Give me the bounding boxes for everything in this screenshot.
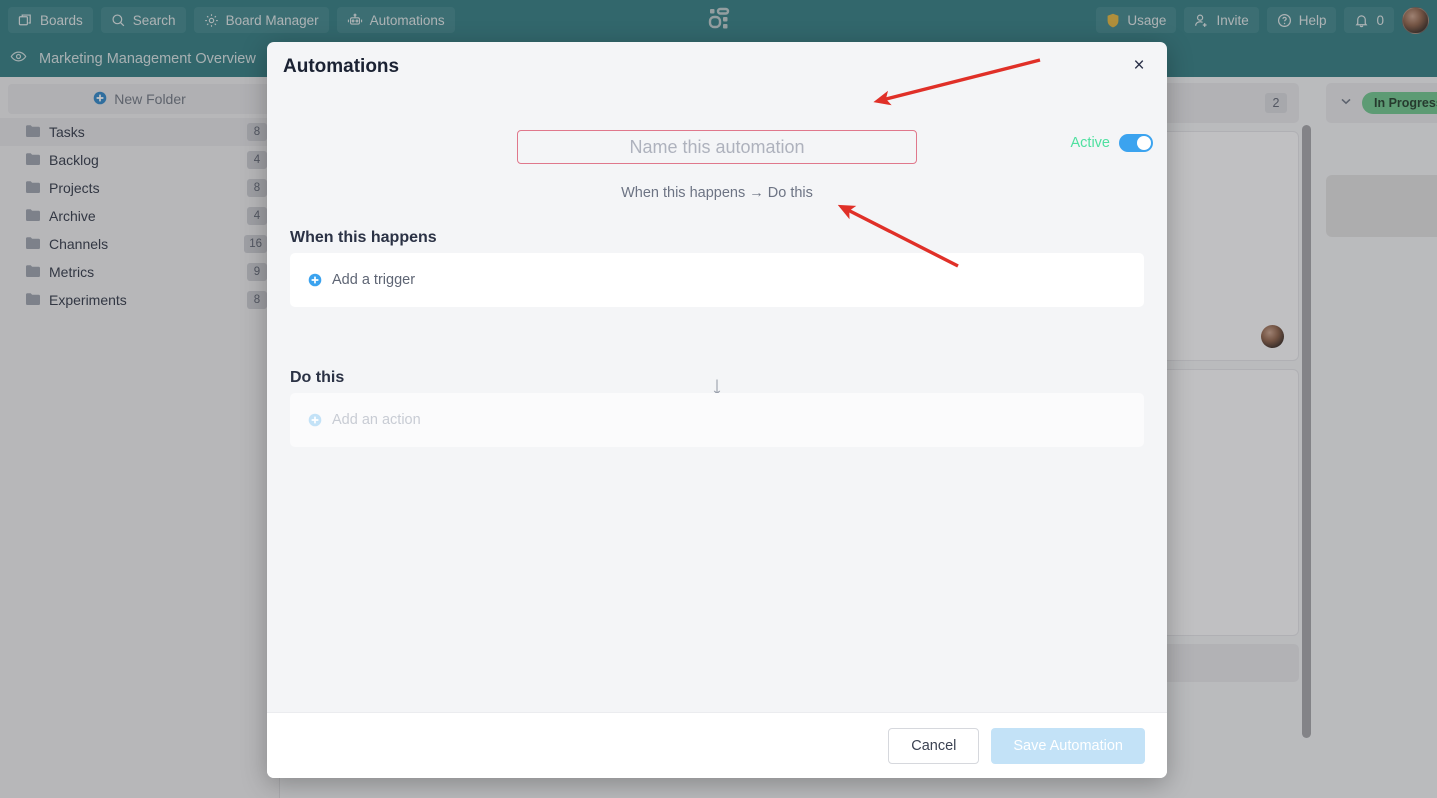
flow-summary-link[interactable]: When this happens → Do this xyxy=(267,185,1167,201)
add-trigger-row[interactable]: Add a trigger xyxy=(290,253,1144,307)
modal-footer: Cancel Save Automation xyxy=(267,712,1167,778)
plus-circle-icon xyxy=(308,273,322,287)
cancel-button[interactable]: Cancel xyxy=(888,727,980,764)
app-root: Boards Search Board Manager Automations … xyxy=(0,0,1437,798)
modal-title: Automations xyxy=(283,56,400,77)
add-action-row[interactable]: Add an action xyxy=(290,393,1144,447)
add-action-label: Add an action xyxy=(332,412,421,428)
automation-name-row xyxy=(267,130,1167,164)
toggle-knob xyxy=(1137,136,1151,150)
plus-circle-icon xyxy=(308,413,322,427)
save-automation-button: Save Automation xyxy=(991,727,1145,764)
active-label: Active xyxy=(1070,135,1111,151)
active-toggle[interactable] xyxy=(1119,134,1153,152)
modal-body: Automations × Active When this happens →… xyxy=(267,42,1167,712)
automations-modal: Automations × Active When this happens →… xyxy=(267,42,1167,778)
active-toggle-group: Active xyxy=(1070,134,1153,152)
action-section-label: Do this xyxy=(290,369,345,386)
automation-name-input[interactable] xyxy=(517,130,917,164)
close-icon[interactable]: × xyxy=(1124,50,1154,80)
add-trigger-label: Add a trigger xyxy=(332,272,416,288)
trigger-section-label: When this happens xyxy=(290,229,437,246)
